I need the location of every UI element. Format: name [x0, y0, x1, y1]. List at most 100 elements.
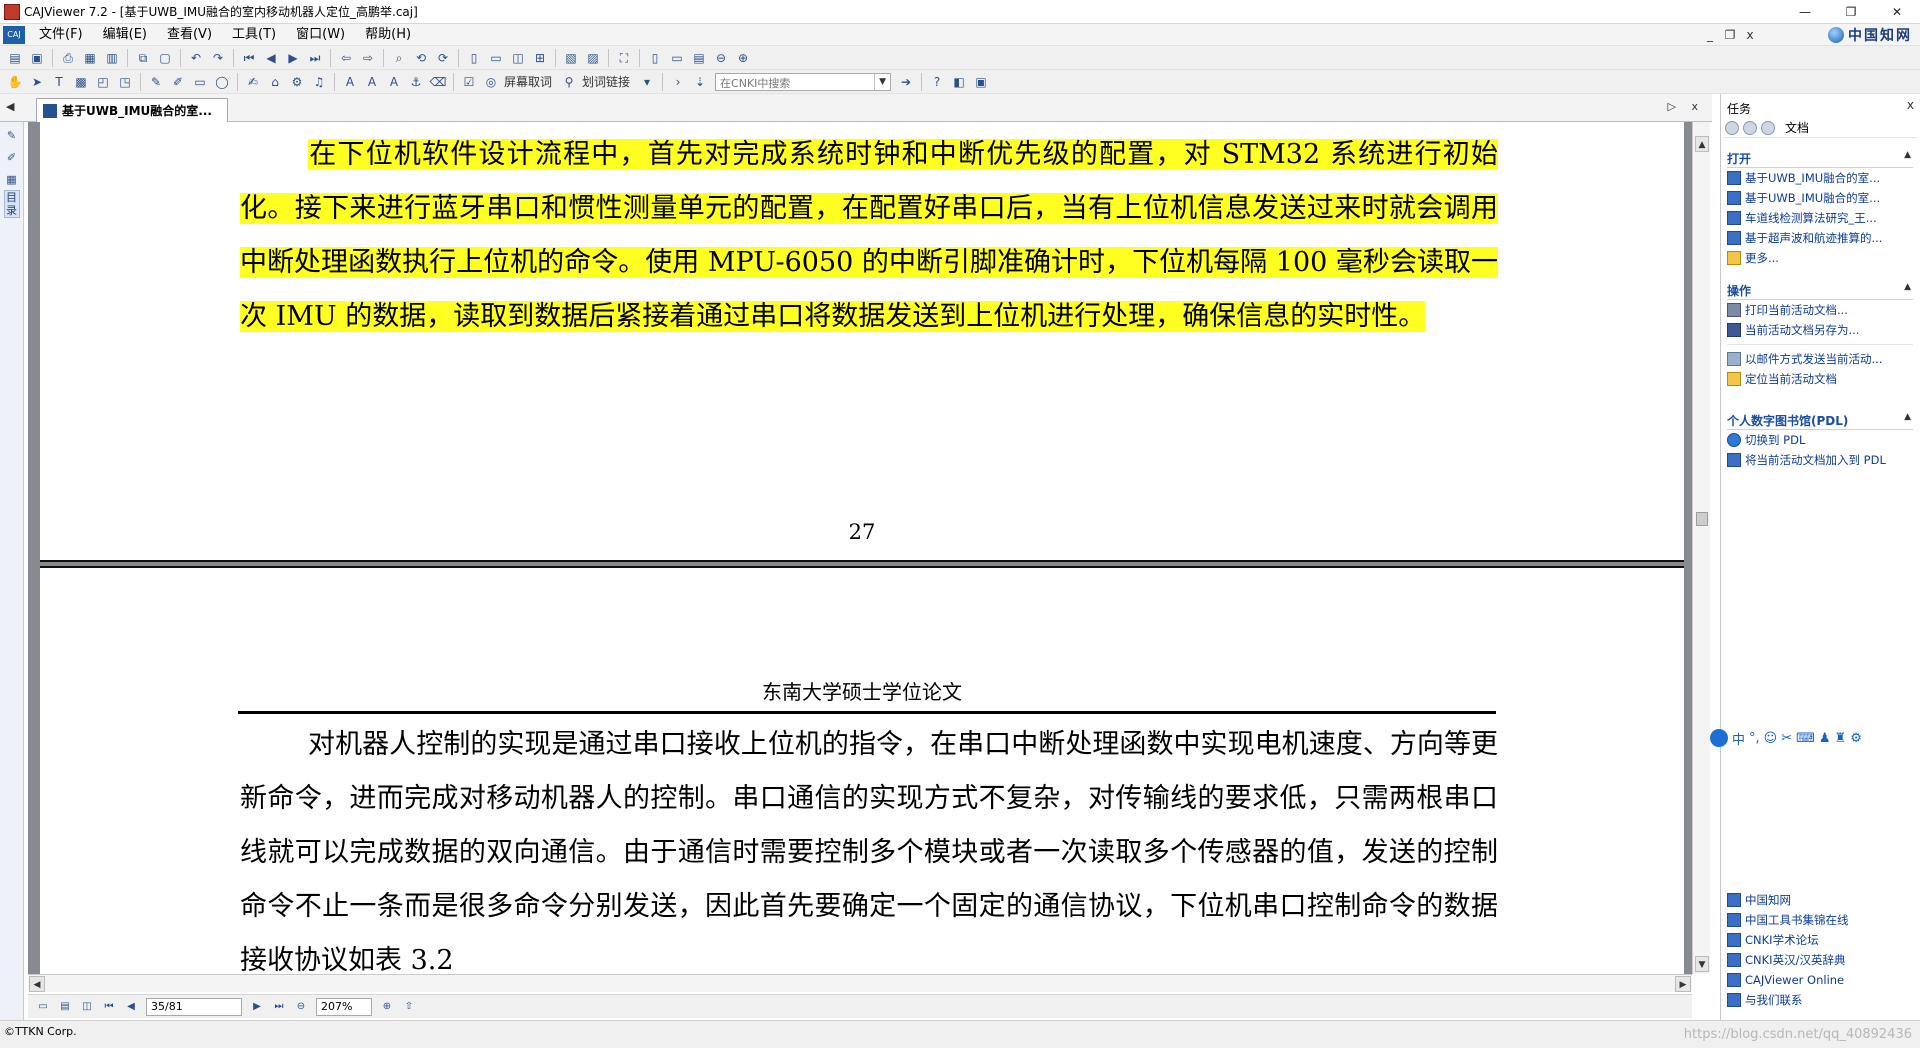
- continuous-facing-icon[interactable]: ⊞: [531, 49, 549, 67]
- section-pdl-title[interactable]: 个人数字图书馆(PDL) ▲: [1727, 412, 1913, 430]
- ellipse-icon[interactable]: ◯: [213, 73, 231, 91]
- scroll-down-icon[interactable]: ▼: [1695, 956, 1709, 972]
- capture-icon[interactable]: ◎: [482, 73, 500, 91]
- next-page-icon[interactable]: ▶: [249, 999, 265, 1015]
- print-preview-icon[interactable]: ▦: [81, 49, 99, 67]
- redo-icon[interactable]: ↷: [209, 49, 227, 67]
- forward-icon[interactable]: [1743, 120, 1757, 135]
- strikeout-icon[interactable]: A: [385, 73, 403, 91]
- add-to-pdl-link[interactable]: 将当前活动文档加入到 PDL: [1727, 450, 1913, 470]
- scroll-up-icon[interactable]: ▲: [1695, 136, 1709, 152]
- fax-icon[interactable]: ▥: [103, 49, 121, 67]
- last-page-icon[interactable]: ⏭: [306, 49, 324, 67]
- pin-icon[interactable]: ⇧: [401, 999, 417, 1015]
- collapse-icon[interactable]: ▲: [1904, 282, 1911, 292]
- vertical-scrollbar[interactable]: ▲ ▼: [1692, 122, 1710, 974]
- hand-tool-icon[interactable]: ✋: [6, 73, 24, 91]
- print-document-link[interactable]: 打印当前活动文档...: [1727, 300, 1913, 320]
- maximize-button[interactable]: ❐: [1828, 0, 1874, 24]
- anchor-icon[interactable]: ⚓: [407, 73, 425, 91]
- scroll-left-icon[interactable]: ◀: [29, 976, 45, 992]
- ime-mode-label[interactable]: 中: [1732, 729, 1745, 748]
- single-page-view-icon[interactable]: ▭: [35, 999, 51, 1015]
- pencil-icon[interactable]: ✐: [3, 148, 21, 166]
- mdi-close-button[interactable]: x: [1740, 24, 1760, 46]
- email-document-link[interactable]: 以邮件方式发送当前活动...: [1727, 349, 1913, 369]
- back-icon[interactable]: ⇦: [337, 49, 355, 67]
- menu-edit[interactable]: 编辑(E): [93, 24, 157, 46]
- back-icon[interactable]: [1725, 120, 1739, 135]
- menu-tools[interactable]: 工具(T): [222, 24, 286, 46]
- zoom-input[interactable]: 207%: [316, 997, 372, 1016]
- mdi-minimize-button[interactable]: _: [1700, 24, 1720, 46]
- menu-view[interactable]: 查看(V): [157, 24, 222, 46]
- first-page-icon[interactable]: ⏮: [101, 999, 117, 1015]
- zoom-out-icon[interactable]: ⊖: [293, 999, 309, 1015]
- open-icon[interactable]: ▤: [6, 49, 24, 67]
- horizontal-scrollbar[interactable]: ◀ ▶: [28, 974, 1692, 992]
- section-actions-title[interactable]: 操作 ▲: [1727, 282, 1913, 300]
- screen-word-button[interactable]: 屏幕取词: [504, 73, 552, 90]
- actual-size-icon[interactable]: ▯: [646, 49, 664, 67]
- erase-icon[interactable]: ⌫: [429, 73, 447, 91]
- link-dictionary[interactable]: CNKI英汉/汉英辞典: [1727, 950, 1913, 970]
- last-page-icon[interactable]: ⏭: [271, 999, 287, 1015]
- gear-icon[interactable]: ⚙: [288, 73, 306, 91]
- save-as-link[interactable]: 当前活动文档另存为...: [1727, 320, 1913, 340]
- annotation-icon[interactable]: ✎: [3, 126, 21, 144]
- continuous-view-icon[interactable]: ▤: [57, 999, 73, 1015]
- select-icon[interactable]: ➤: [28, 73, 46, 91]
- recent-file-1[interactable]: 基于UWB_IMU融合的室...: [1727, 168, 1913, 188]
- highlighter-icon[interactable]: ✐: [169, 73, 187, 91]
- forward-icon[interactable]: ⇨: [359, 49, 377, 67]
- fit-width-icon[interactable]: ▤: [690, 49, 708, 67]
- text-select-icon[interactable]: T: [50, 73, 68, 91]
- page-number-input[interactable]: 35/81: [146, 997, 242, 1016]
- paste-icon[interactable]: ▢: [156, 49, 174, 67]
- fit-page-icon[interactable]: ▭: [668, 49, 686, 67]
- ime-toolbar[interactable]: 中 °, ☺ ✂ ⌨ ♟ ♜ ⚙: [1706, 726, 1920, 750]
- link-cajviewer-online[interactable]: CAJViewer Online: [1727, 970, 1913, 990]
- link-forum[interactable]: CNKI学术论坛: [1727, 930, 1913, 950]
- single-page-icon[interactable]: ▯: [465, 49, 483, 67]
- snapshot-icon[interactable]: ◰: [94, 73, 112, 91]
- emoji-icon[interactable]: ☺: [1764, 731, 1778, 746]
- note-icon[interactable]: ✍: [244, 73, 262, 91]
- close-button[interactable]: ✕: [1874, 0, 1920, 24]
- recent-file-3[interactable]: 车道线检测算法研究_王...: [1727, 208, 1913, 228]
- keyboard-icon[interactable]: ⌨: [1796, 731, 1815, 746]
- link-contact-us[interactable]: 与我们联系: [1727, 990, 1913, 1010]
- locate-document-link[interactable]: 定位当前活动文档: [1727, 369, 1913, 389]
- image-select-icon[interactable]: ▩: [72, 73, 90, 91]
- gear-icon[interactable]: ⚙: [1850, 731, 1862, 746]
- zoom-out-icon[interactable]: ⊖: [712, 49, 730, 67]
- cnki-brand[interactable]: 中国知网: [1828, 26, 1912, 44]
- zoom-in-icon[interactable]: ⊕: [734, 49, 752, 67]
- link-cnki[interactable]: 中国知网: [1727, 890, 1913, 910]
- scroll-right-icon[interactable]: ▶: [1675, 976, 1691, 992]
- document-view[interactable]: 在下位机软件设计流程中，首先对完成系统时钟和中断优先级的配置，对 STM32 系…: [28, 122, 1692, 974]
- tab-document[interactable]: 基于UWB_IMU融合的室...: [36, 98, 228, 122]
- more-files-link[interactable]: 更多...: [1727, 248, 1913, 268]
- menu-file[interactable]: 文件(F): [29, 24, 93, 46]
- minimize-button[interactable]: —: [1782, 0, 1828, 24]
- copy-icon[interactable]: ⧉: [134, 49, 152, 67]
- screen-word-icon[interactable]: ☑: [460, 73, 478, 91]
- link-reference-books[interactable]: 中国工具书集锦在线: [1727, 910, 1913, 930]
- menu-help[interactable]: 帮助(H): [355, 24, 421, 46]
- prev-page-icon[interactable]: ◀: [262, 49, 280, 67]
- full-screen-icon[interactable]: ⛶: [615, 49, 633, 67]
- search-go-icon[interactable]: ➔: [897, 73, 915, 91]
- user-icon[interactable]: ♟: [1819, 731, 1831, 746]
- music-icon[interactable]: ♫: [310, 73, 328, 91]
- menu-window[interactable]: 窗口(W): [286, 24, 355, 46]
- print-icon[interactable]: ⎙: [59, 49, 77, 67]
- mdi-restore-button[interactable]: ❐: [1720, 24, 1740, 46]
- cnki-search-input[interactable]: 在CNKI中搜索 ▼: [715, 72, 892, 91]
- thumbnail-icon[interactable]: ▨: [584, 49, 602, 67]
- about-icon[interactable]: ◧: [950, 73, 968, 91]
- thumbnails-icon[interactable]: ▦: [3, 170, 21, 188]
- recent-file-4[interactable]: 基于超声波和航迹推算的...: [1727, 228, 1913, 248]
- task-pane-close-button[interactable]: x: [1907, 98, 1914, 112]
- underline-icon[interactable]: A: [363, 73, 381, 91]
